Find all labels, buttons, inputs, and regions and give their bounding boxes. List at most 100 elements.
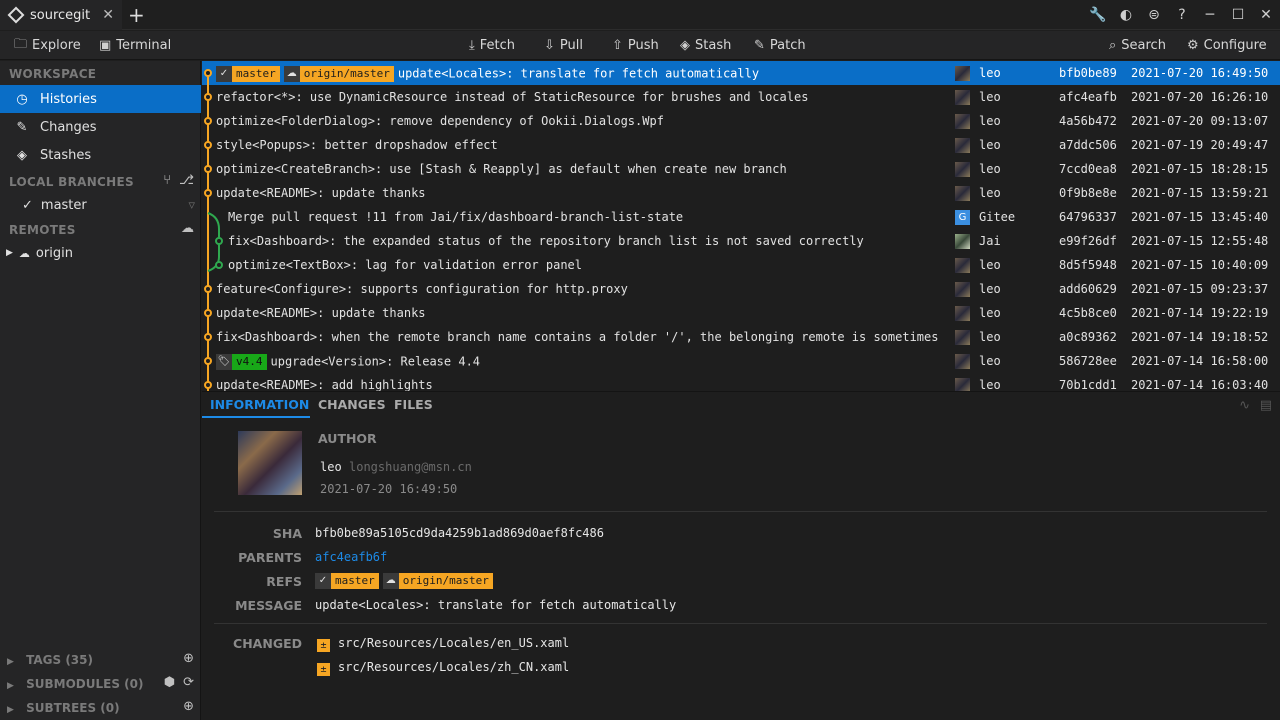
branch-item-master[interactable]: ✓ master ▿ bbox=[0, 194, 201, 216]
commit-author: leo bbox=[979, 378, 1001, 391]
repo-tab[interactable]: sourcegit ✕ bbox=[0, 0, 122, 30]
changed-file-row[interactable]: ± src/Resources/Locales/en_US.xaml bbox=[317, 636, 569, 652]
message-label: MESSAGE bbox=[235, 598, 302, 613]
layout-toggle-icon[interactable]: ▤ bbox=[1260, 398, 1272, 413]
nav-changes[interactable]: ✎ Changes bbox=[0, 113, 201, 141]
patch-label: Patch bbox=[769, 38, 806, 53]
add-tab-button[interactable]: + bbox=[128, 3, 145, 27]
search-button[interactable]: ⌕ Search bbox=[1109, 31, 1166, 60]
filter-icon[interactable]: ▿ bbox=[188, 198, 195, 213]
add-tag-icon[interactable]: ⊕ bbox=[183, 651, 194, 666]
commit-author: leo bbox=[979, 138, 1001, 152]
maximize-icon[interactable]: ☐ bbox=[1224, 7, 1252, 23]
commit-row[interactable]: update<README>: add highlights leo 70b1cdd… bbox=[202, 373, 1280, 391]
subtrees-title: SUBTREES (0) bbox=[26, 701, 120, 715]
explore-button[interactable]: 🗀 Explore bbox=[14, 31, 81, 60]
stash-icon: ◈ bbox=[680, 38, 690, 53]
commit-message-cell: update<README>: update thanks bbox=[216, 186, 946, 200]
push-button[interactable]: ⇧ Push bbox=[612, 31, 659, 60]
chevron-right-icon[interactable]: ▶ bbox=[6, 248, 13, 258]
commit-time: 2021-07-14 19:18:52 bbox=[1131, 330, 1269, 344]
git-icon[interactable]: ⊜ bbox=[1140, 7, 1168, 23]
commit-message-cell: style<Popups>: better dropshadow effect bbox=[216, 138, 946, 152]
commit-row[interactable]: optimize<TextBox>: lag for validation er… bbox=[202, 253, 1280, 277]
ref-branch[interactable]: master bbox=[232, 66, 280, 82]
nav-histories[interactable]: ◷ Histories bbox=[0, 85, 201, 113]
terminal-button[interactable]: ▣ Terminal bbox=[99, 31, 171, 60]
configure-button[interactable]: ⚙ Configure bbox=[1187, 31, 1267, 60]
message-value: update<Locales>: translate for fetch aut… bbox=[315, 598, 677, 612]
commit-row[interactable]: optimize<FolderDialog>: remove dependenc… bbox=[202, 109, 1280, 133]
wrench-icon[interactable]: 🔧 bbox=[1084, 7, 1112, 23]
commit-row[interactable]: update<README>: update thanks leo 0f9b8e8e… bbox=[202, 181, 1280, 205]
commit-row[interactable]: fix<Dashboard>: the expanded status of t… bbox=[202, 229, 1280, 253]
commit-row[interactable]: optimize<CreateBranch>: use [Stash & Rea… bbox=[202, 157, 1280, 181]
commit-row[interactable]: fix<Dashboard>: when the remote branch n… bbox=[202, 325, 1280, 349]
commit-message: fix<Dashboard>: when the remote branch n… bbox=[216, 330, 946, 344]
commit-list[interactable]: ✓ master ☁ origin/master update<Locales>: tr… bbox=[202, 61, 1280, 391]
close-tab-icon[interactable]: ✕ bbox=[102, 7, 114, 23]
submodules-title: SUBMODULES (0) bbox=[26, 677, 144, 691]
tab-information[interactable]: INFORMATION bbox=[210, 397, 309, 412]
stashes-icon: ◈ bbox=[17, 147, 27, 163]
changes-icon: ✎ bbox=[16, 119, 28, 135]
title-bar: sourcegit ✕ + 🔧 ◐ ⊜ ? ─ ☐ ✕ bbox=[0, 0, 1280, 30]
graph-toggle-icon[interactable]: ∿ bbox=[1239, 398, 1250, 413]
commit-message: fix<Dashboard>: the expanded status of t… bbox=[228, 234, 864, 248]
theme-icon[interactable]: ◐ bbox=[1112, 7, 1140, 23]
commit-author: Gitee bbox=[979, 210, 1016, 224]
commit-time: 2021-07-15 18:28:15 bbox=[1131, 162, 1269, 176]
commit-row[interactable]: Merge pull request !11 from Jai/fix/dash… bbox=[202, 205, 1280, 229]
remote-item-origin[interactable]: ▶ ☁ origin bbox=[0, 242, 201, 264]
minimize-icon[interactable]: ─ bbox=[1196, 7, 1224, 23]
commit-row[interactable]: style<Popups>: better dropshadow effect l… bbox=[202, 133, 1280, 157]
push-icon: ⇧ bbox=[612, 38, 623, 53]
commit-time: 2021-07-20 09:13:07 bbox=[1131, 114, 1269, 128]
sha-value[interactable]: bfb0be89a5105cd9da4259b1ad869d0aef8fc486 bbox=[315, 526, 604, 540]
commit-author: leo bbox=[979, 90, 1001, 104]
commit-row[interactable]: feature<Configure>: supports configurati… bbox=[202, 277, 1280, 301]
patch-button[interactable]: ✎ Patch bbox=[754, 31, 806, 60]
commit-author: leo bbox=[979, 66, 1001, 80]
commit-row[interactable]: ✓ master ☁ origin/master update<Locales>: tr… bbox=[202, 61, 1280, 85]
fetch-label: Fetch bbox=[479, 38, 515, 53]
commit-author: leo bbox=[979, 330, 1001, 344]
help-icon[interactable]: ? bbox=[1168, 7, 1196, 23]
subtrees-section[interactable]: ▶ SUBTREES (0) bbox=[7, 701, 120, 715]
submodules-section[interactable]: ▶ SUBMODULES (0) bbox=[7, 677, 143, 691]
divider bbox=[214, 511, 1267, 512]
commit-message: feature<Configure>: supports configurati… bbox=[216, 282, 628, 296]
add-remote-icon[interactable]: ☁ bbox=[181, 221, 194, 236]
graph-commit-dot bbox=[204, 189, 212, 197]
nav-stashes[interactable]: ◈ Stashes bbox=[0, 141, 201, 169]
parent-link[interactable]: afc4eafb6f bbox=[315, 550, 387, 564]
fetch-button[interactable]: ⤓ Fetch bbox=[469, 31, 515, 60]
commit-message-cell: optimize<CreateBranch>: use [Stash & Rea… bbox=[216, 162, 946, 176]
ref-remote-branch[interactable]: origin/master bbox=[299, 66, 394, 82]
new-branch-icon[interactable]: ⎇ bbox=[179, 173, 194, 188]
stash-button[interactable]: ◈ Stash bbox=[680, 31, 731, 60]
author-avatar bbox=[955, 330, 970, 345]
author-avatar bbox=[955, 354, 970, 369]
commit-sha: add60629 bbox=[1059, 282, 1117, 296]
commit-row[interactable]: update<README>: update thanks leo 4c5b8ce0… bbox=[202, 301, 1280, 325]
refs-list: ✓ master ☁ origin/master bbox=[315, 573, 497, 589]
refresh-icon[interactable]: ⟳ bbox=[183, 675, 194, 690]
graph-commit-dot bbox=[204, 333, 212, 341]
commit-sha: 8d5f5948 bbox=[1059, 258, 1117, 272]
git-flow-icon[interactable]: ⑂ bbox=[163, 173, 171, 188]
commit-sha: afc4eafb bbox=[1059, 90, 1117, 104]
changed-file-row[interactable]: ± src/Resources/Locales/zh_CN.xaml bbox=[317, 660, 569, 676]
close-window-icon[interactable]: ✕ bbox=[1252, 7, 1280, 23]
tab-files[interactable]: FILES bbox=[394, 397, 433, 412]
pull-button[interactable]: ⇩ Pull bbox=[544, 31, 583, 60]
commit-row[interactable]: 🏷 v4.4 upgrade<Version>: Release 4.4 leo 586… bbox=[202, 349, 1280, 373]
commit-row[interactable]: refactor<*>: use DynamicResource instead… bbox=[202, 85, 1280, 109]
add-subtree-icon[interactable]: ⊕ bbox=[183, 699, 194, 714]
ref-tag[interactable]: v4.4 bbox=[232, 354, 267, 370]
ref-branch: master bbox=[331, 573, 379, 589]
tags-section[interactable]: ▶ TAGS (35) bbox=[7, 653, 93, 667]
add-submodule-icon[interactable]: ⬢ bbox=[164, 675, 175, 690]
author-avatar: G bbox=[955, 210, 970, 225]
tab-changes[interactable]: CHANGES bbox=[318, 397, 386, 412]
